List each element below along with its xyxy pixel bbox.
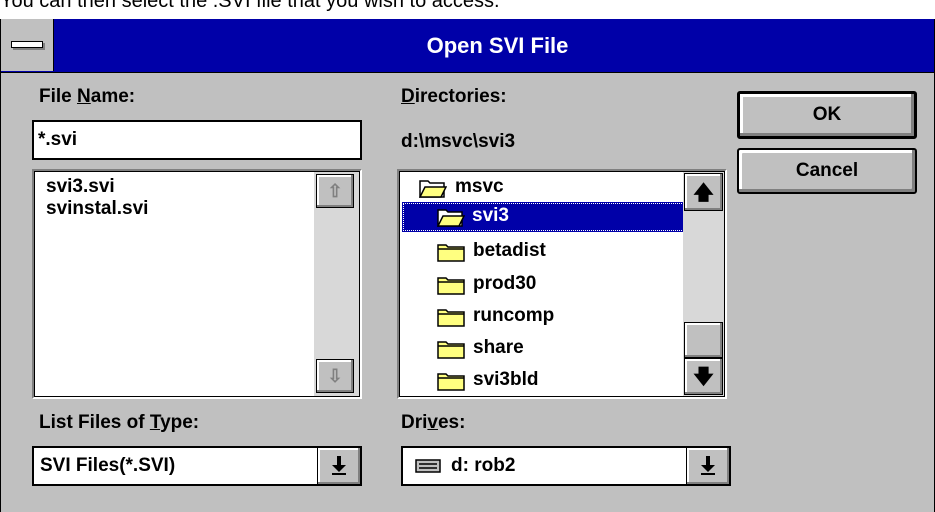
scroll-up-button[interactable]: ⇧ (316, 174, 354, 208)
scroll-down-button[interactable]: ⇩ (316, 359, 354, 393)
directory-name: prod30 (473, 273, 537, 294)
file-name-label: File Name: (39, 86, 136, 107)
list-item[interactable]: svinstal.svi (46, 198, 148, 220)
arrow-up-icon: 🡅 (693, 182, 714, 204)
arrow-up-icon: ⇧ (327, 181, 343, 201)
open-folder-icon (419, 180, 447, 198)
dropdown-arrow-icon (332, 456, 346, 475)
folder-icon (437, 373, 465, 391)
directory-list[interactable]: msvc svi3 betadist prod30 runcomp share … (397, 169, 727, 399)
current-directory-path: d:\msvc\svi3 (401, 131, 516, 152)
folder-icon (437, 244, 465, 262)
file-name-input[interactable]: *.svi (32, 120, 362, 160)
scroll-up-button[interactable]: 🡅 (684, 173, 723, 211)
directories-label: Directories: (401, 86, 507, 107)
file-type-value: SVI Files(*.SVI) (40, 455, 176, 476)
directory-name: betadist (473, 240, 546, 261)
directory-name: share (473, 337, 524, 358)
folder-icon (437, 341, 465, 359)
directory-item-svi3-selected[interactable]: svi3 (402, 202, 687, 232)
drive-value: d: rob2 (451, 455, 516, 476)
system-menu-icon (11, 41, 43, 48)
directory-name: svi3 (472, 205, 509, 226)
directory-name: msvc (455, 176, 504, 197)
title-bar[interactable]: Open SVI File (1, 19, 934, 73)
open-file-dialog: Open SVI File File Name: *.svi svi3.svi … (0, 19, 935, 512)
file-name-value: *.svi (38, 129, 78, 150)
window-title: Open SVI File (426, 33, 569, 58)
file-list[interactable]: svi3.svi svinstal.svi ⇧ ⇩ (32, 169, 362, 399)
drives-dropdown-button[interactable] (686, 448, 729, 484)
list-item[interactable]: svi3.svi (46, 176, 115, 198)
dropdown-arrow-icon (701, 456, 715, 475)
file-type-label: List Files of Type: (39, 412, 200, 433)
directory-name: svi3bld (473, 369, 539, 390)
folder-icon (437, 277, 465, 295)
ok-button[interactable]: OK (737, 91, 917, 139)
arrow-down-icon: ⇩ (327, 366, 343, 386)
open-folder-icon (437, 209, 465, 227)
instruction-caption: You can then select the .SVI file that y… (0, 0, 500, 12)
system-menu-button[interactable] (1, 19, 54, 71)
directory-name: runcomp (473, 305, 555, 326)
cancel-button[interactable]: Cancel (737, 148, 917, 194)
drive-icon (415, 459, 441, 473)
drives-select[interactable]: d: rob2 (401, 446, 731, 486)
file-list-scrollbar[interactable]: ⇧ ⇩ (314, 172, 359, 396)
scroll-thumb[interactable] (684, 322, 723, 358)
scroll-down-button[interactable]: 🡇 (684, 358, 723, 395)
folder-icon (437, 309, 465, 327)
file-type-dropdown-button[interactable] (317, 448, 360, 484)
arrow-down-icon: 🡇 (693, 366, 714, 388)
directory-list-scrollbar[interactable]: 🡅 🡇 (683, 172, 724, 396)
drives-label: Drives: (401, 412, 466, 433)
file-type-select[interactable]: SVI Files(*.SVI) (32, 446, 362, 486)
